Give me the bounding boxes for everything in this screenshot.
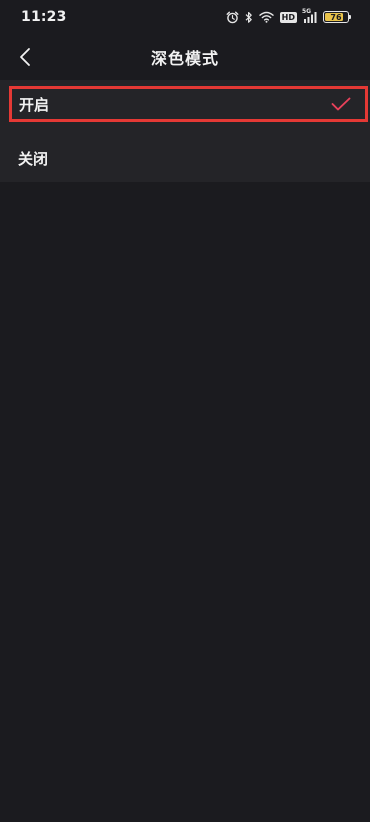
bluetooth-icon [245, 11, 253, 24]
header: 深色模式 [0, 34, 370, 80]
chevron-left-icon [20, 48, 30, 66]
status-icons: HD 5G 76 [226, 8, 351, 24]
status-bar: 11:23 HD 5G 76 [0, 0, 370, 34]
status-time: 11:23 [21, 9, 67, 25]
alarm-icon [226, 11, 239, 24]
page-title: 深色模式 [150, 49, 219, 68]
hd-badge: HD [279, 11, 297, 23]
check-icon [331, 97, 351, 111]
option-off-label: 关闭 [18, 149, 49, 168]
back-button[interactable] [10, 42, 40, 72]
dark-mode-options: 开启 关闭 [0, 80, 370, 182]
option-on-label: 开启 [19, 95, 50, 114]
battery-icon: 76 [323, 11, 351, 23]
option-off[interactable]: 关闭 [0, 134, 370, 182]
battery-level: 76 [330, 12, 342, 22]
option-on[interactable]: 开启 [9, 86, 368, 122]
cellular-signal-icon: 5G [302, 8, 317, 23]
signal-network-label: 5G [302, 8, 312, 15]
wifi-icon [258, 11, 274, 23]
